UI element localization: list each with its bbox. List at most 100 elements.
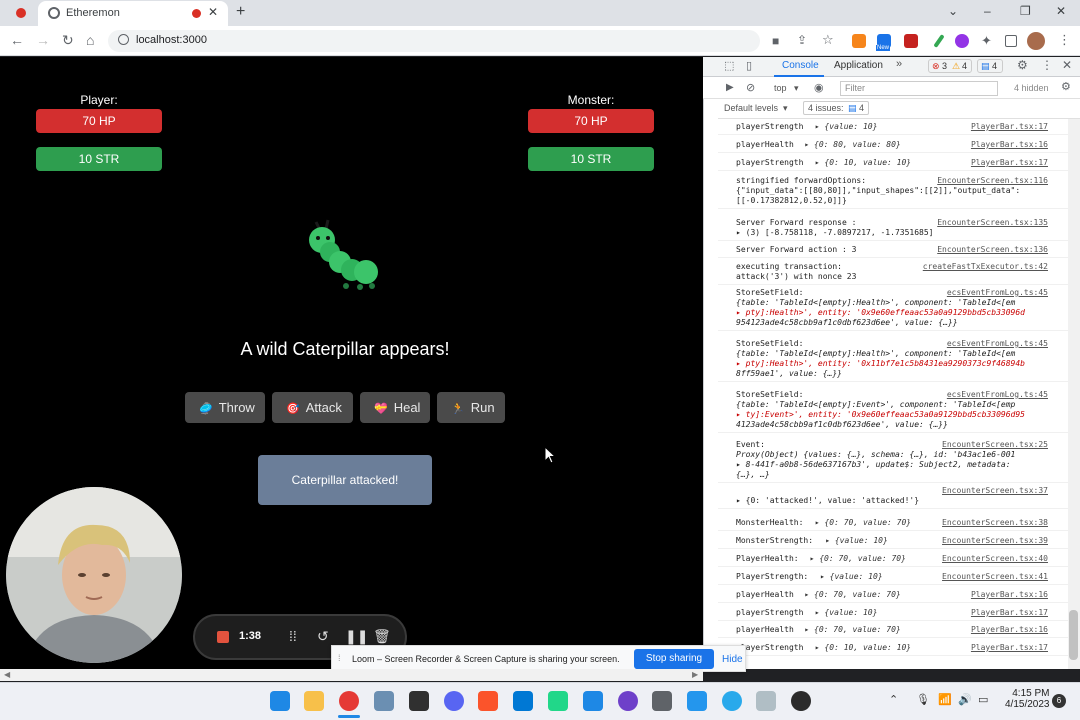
console-log-entry[interactable]: playerStrength ▸ {value: 10} PlayerBar.tsx… — [718, 605, 1068, 621]
log-source-link[interactable]: PlayerBar.tsx:17 — [971, 122, 1048, 132]
log-source-link[interactable]: EncounterScreen.tsx:135 — [937, 218, 1048, 228]
heal-button[interactable]: 💝 Heal — [360, 392, 430, 423]
console-scrollbar[interactable] — [1068, 119, 1080, 669]
scroll-right-icon[interactable]: ▶ — [692, 670, 698, 679]
console-log-entry[interactable]: playerHealth ▸ {0: 70, value: 70} PlayerBa… — [718, 622, 1068, 638]
avatar[interactable] — [1027, 32, 1045, 50]
terminal-icon[interactable] — [409, 691, 429, 711]
log-source-link[interactable]: ecsEventFromLog.ts:45 — [947, 288, 1048, 298]
hide-share-bar-button[interactable]: Hide — [722, 654, 743, 665]
scroll-left-icon[interactable]: ◀ — [4, 670, 10, 679]
kebab-menu-icon[interactable]: ⋮ — [1058, 32, 1071, 48]
console-log-entry[interactable]: EncounterScreen.tsx:37 ▸ {0: 'attacked!',… — [718, 483, 1068, 509]
log-source-link[interactable]: PlayerBar.tsx:17 — [971, 158, 1048, 168]
console-log-entry[interactable]: Event: EncounterScreen.tsx:25 Proxy(Object… — [718, 437, 1068, 483]
address-bar[interactable]: localhost:3000 — [108, 30, 760, 52]
log-source-link[interactable]: PlayerBar.tsx:16 — [971, 140, 1048, 150]
clear-console-icon[interactable]: ⊘ — [746, 81, 755, 94]
inspect-element-icon[interactable]: ⬚ — [724, 59, 734, 72]
notepad-icon[interactable] — [583, 691, 603, 711]
console-log-entry[interactable]: MonsterStrength: ▸ {value: 10} EncounterSc… — [718, 533, 1068, 549]
telegram-icon[interactable] — [722, 691, 742, 711]
puzzle-icon[interactable]: ✦ — [981, 33, 992, 49]
run-button[interactable]: 🏃 Run — [437, 392, 505, 423]
speaker-icon[interactable]: 🔊 — [958, 693, 972, 706]
tray-chevron-icon[interactable]: ⌃ — [889, 693, 898, 706]
discord-icon[interactable] — [444, 691, 464, 711]
site-info-icon[interactable] — [118, 34, 129, 45]
home-icon[interactable]: ⌂ — [86, 32, 94, 48]
log-source-link[interactable]: PlayerBar.tsx:17 — [971, 643, 1048, 653]
console-log-entry[interactable]: executing transaction: createFastTxExecut… — [718, 259, 1068, 285]
browser-tab[interactable]: Etheremon ✕ — [38, 1, 228, 26]
vscode-icon[interactable] — [513, 691, 533, 711]
log-value[interactable]: ▸ {0: 70, value: 70} — [815, 518, 911, 528]
new-tab-button[interactable]: + — [236, 3, 245, 21]
console-log-entry[interactable]: stringified forwardOptions: EncounterScre… — [718, 173, 1068, 209]
log-value[interactable]: ▸ {0: 70, value: 70} — [810, 554, 906, 564]
file-explorer-icon[interactable] — [304, 691, 324, 711]
console-log-entry[interactable]: playerHealth ▸ {0: 70, value: 70} PlayerBa… — [718, 587, 1068, 603]
restore-button[interactable]: ❐ — [1020, 4, 1031, 18]
context-select[interactable]: top — [774, 83, 787, 93]
console-settings-icon[interactable]: ⚙ — [1061, 80, 1071, 93]
console-log-entry[interactable]: playerStrength ▸ {0: 10, value: 10} Player… — [718, 640, 1068, 656]
bookmark-star-icon[interactable]: ☆ — [822, 32, 834, 48]
log-source-link[interactable]: EncounterScreen.tsx:116 — [937, 176, 1048, 186]
snipping-tool-icon[interactable] — [756, 691, 776, 711]
device-toolbar-icon[interactable]: ▯ — [746, 59, 752, 72]
camera-icon[interactable]: ■ — [772, 34, 779, 48]
settings-gear-icon[interactable]: ⚙ — [1017, 58, 1028, 72]
wifi-icon[interactable]: 📶 — [938, 693, 952, 706]
more-tabs-button[interactable]: » — [896, 58, 902, 70]
red-extension-icon[interactable] — [904, 34, 918, 48]
log-source-link[interactable]: ecsEventFromLog.ts:45 — [947, 339, 1048, 349]
console-log-list[interactable]: playerStrength ▸ {value: 10} PlayerBar.tsx… — [718, 119, 1068, 659]
tab-console[interactable]: Console — [782, 60, 819, 71]
console-log-entry[interactable]: playerStrength ▸ {value: 10} PlayerBar.tsx… — [718, 119, 1068, 135]
log-source-link[interactable]: ecsEventFromLog.ts:45 — [947, 390, 1048, 400]
drag-handle-icon[interactable]: ⁞⁞ — [289, 628, 297, 644]
console-log-entry[interactable]: MonsterHealth: ▸ {0: 70, value: 70} Encoun… — [718, 515, 1068, 531]
tab-search-button[interactable]: ⌄ — [948, 4, 958, 18]
filter-input[interactable]: Filter — [840, 81, 998, 96]
console-log-entry[interactable]: Server Forward response : EncounterScreen… — [718, 215, 1068, 241]
log-value[interactable]: ▸ {0: 10, value: 10} — [815, 643, 911, 653]
microphone-icon[interactable]: 🎙 — [916, 693, 930, 706]
log-value[interactable]: ▸ {value: 10} — [825, 536, 888, 546]
horizontal-scrollbar[interactable] — [0, 669, 703, 681]
gear-extension-icon[interactable] — [955, 34, 969, 48]
log-source-link[interactable]: EncounterScreen.tsx:39 — [942, 536, 1048, 546]
log-value[interactable]: ▸ {0: 80, value: 80} — [804, 140, 900, 150]
log-value[interactable]: ▸ {value: 10} — [815, 608, 878, 618]
log-source-link[interactable]: PlayerBar.tsx:16 — [971, 625, 1048, 635]
log-source-link[interactable]: EncounterScreen.tsx:136 — [937, 245, 1048, 255]
docker-icon[interactable] — [687, 691, 707, 711]
minimize-button[interactable]: – — [984, 4, 991, 18]
start-button-icon[interactable] — [270, 691, 290, 711]
console-log-entry[interactable]: Server Forward action : 3 EncounterScreen… — [718, 242, 1068, 258]
console-log-entry[interactable]: PlayerHealth: ▸ {0: 70, value: 70} Encount… — [718, 551, 1068, 567]
close-devtools-icon[interactable]: ✕ — [1062, 58, 1072, 72]
linux-penguin-icon[interactable] — [791, 691, 811, 711]
trash-icon[interactable]: 🗑 — [373, 628, 391, 645]
log-source-link[interactable]: EncounterScreen.tsx:41 — [942, 572, 1048, 582]
share-icon[interactable]: ⇪ — [797, 33, 807, 47]
log-source-link[interactable]: EncounterScreen.tsx:38 — [942, 518, 1048, 528]
log-source-link[interactable]: EncounterScreen.tsx:40 — [942, 554, 1048, 564]
sidebar-toggle-icon[interactable]: ▶ — [726, 82, 734, 93]
log-value[interactable]: ▸ {value: 10} — [815, 122, 878, 132]
console-scroll-thumb[interactable] — [1069, 610, 1078, 660]
battery-icon[interactable]: ▭ — [978, 693, 988, 706]
log-source-link[interactable]: EncounterScreen.tsx:25 — [942, 440, 1048, 450]
attack-button[interactable]: 🎯 Attack — [272, 392, 353, 423]
devtools-menu-icon[interactable]: ⋮ — [1041, 58, 1053, 72]
console-log-entry[interactable]: playerHealth ▸ {0: 80, value: 80} PlayerBa… — [718, 137, 1068, 153]
console-log-entry[interactable]: playerStrength ▸ {0: 10, value: 10} Player… — [718, 155, 1068, 171]
console-log-entry[interactable]: PlayerStrength: ▸ {value: 10} EncounterScr… — [718, 569, 1068, 585]
back-arrow-icon[interactable]: ← — [10, 32, 24, 48]
tab-application[interactable]: Application — [834, 60, 883, 71]
console-log-entry[interactable]: StoreSetField: ecsEventFromLog.ts:45 {tabl… — [718, 336, 1068, 382]
log-value[interactable]: ▸ {value: 10} — [820, 572, 883, 582]
console-log-entry[interactable]: StoreSetField: ecsEventFromLog.ts:45 {tabl… — [718, 285, 1068, 331]
